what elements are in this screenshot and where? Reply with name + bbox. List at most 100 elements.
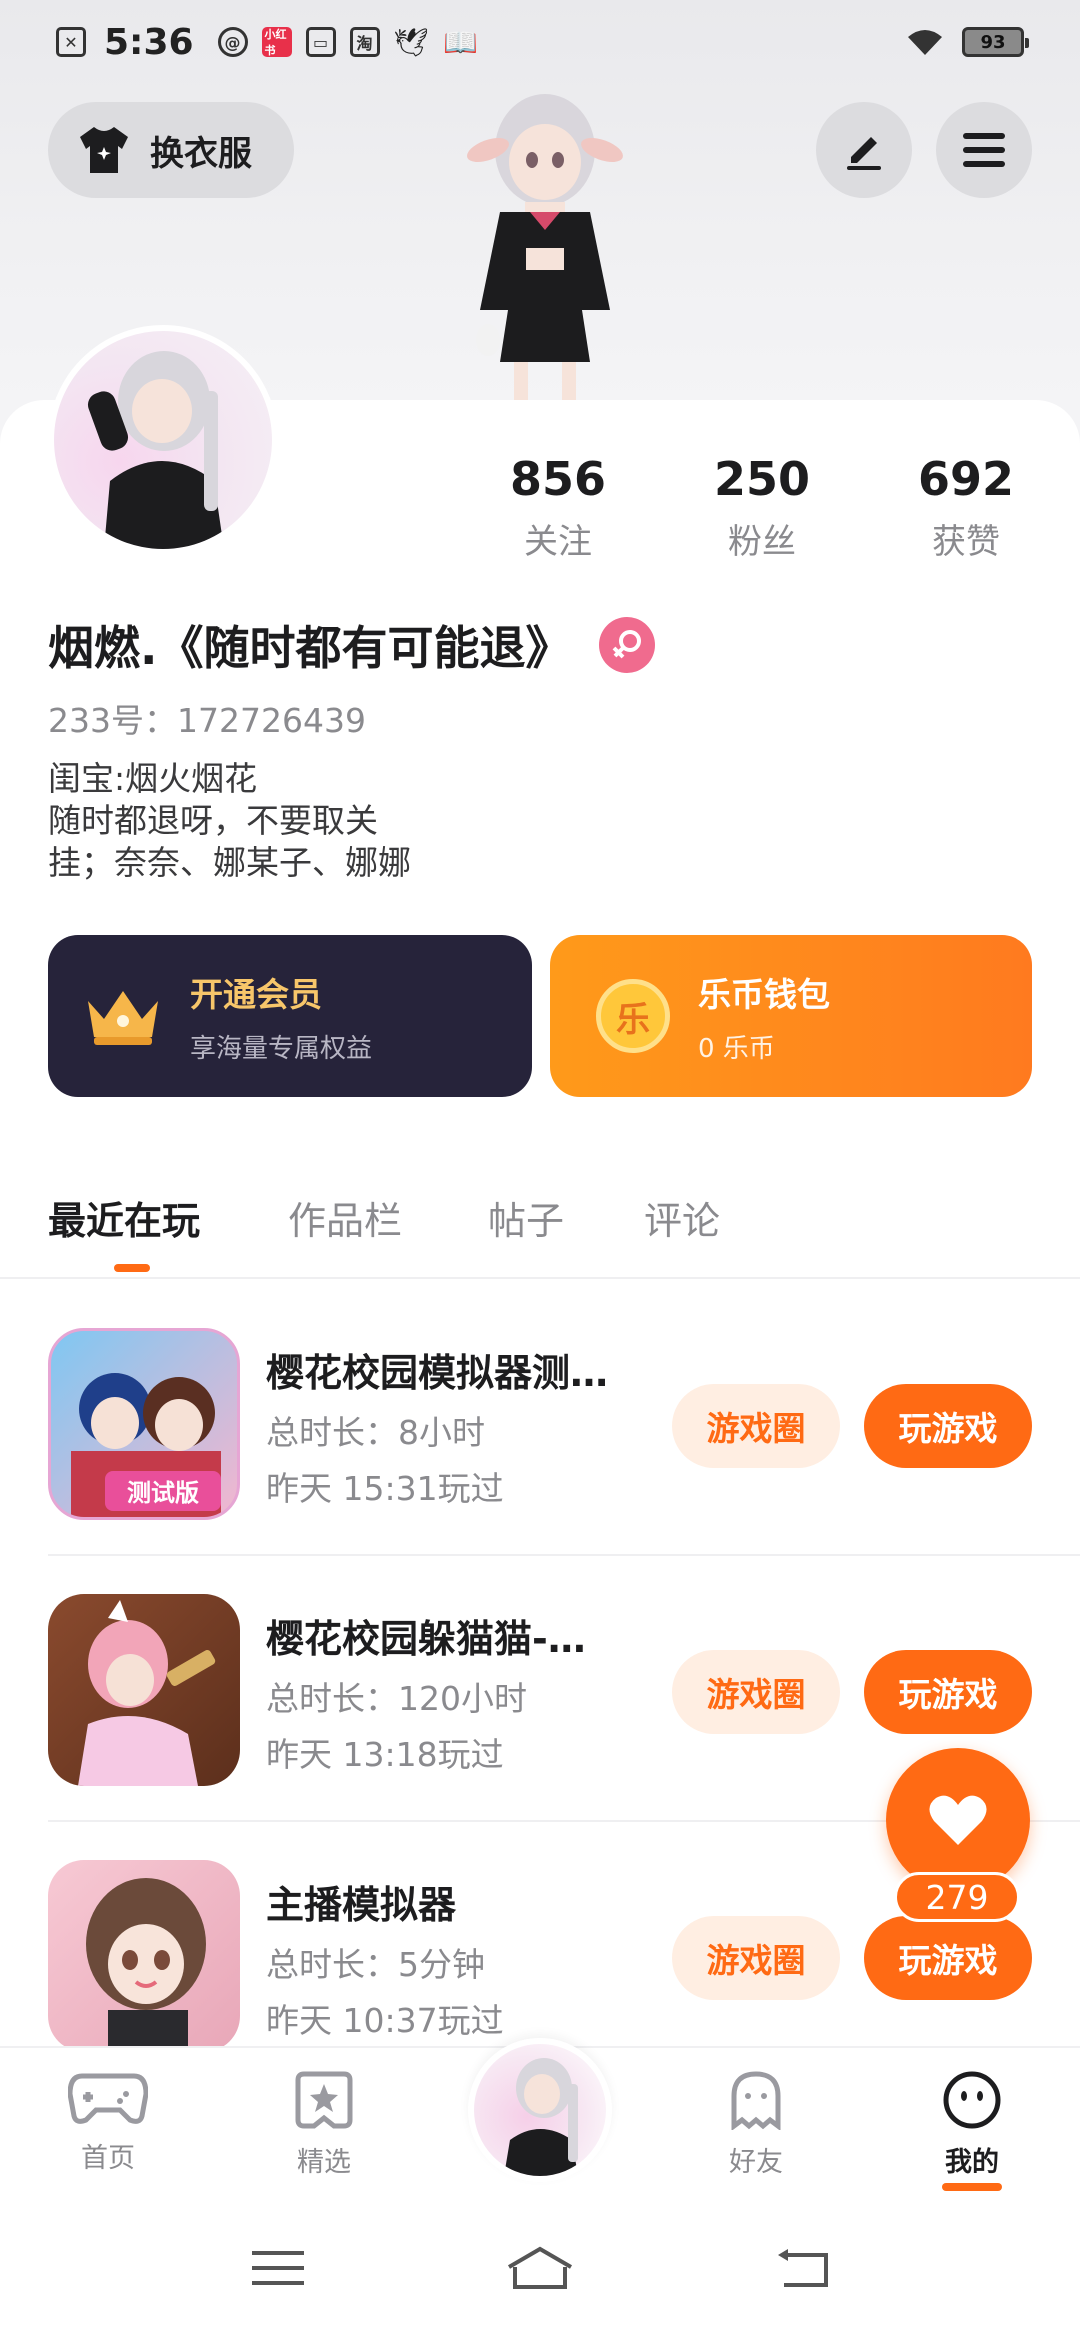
avatar <box>504 2058 578 2176</box>
game-icon <box>48 1860 240 2052</box>
nickname-row: 烟燃.《随时都有可能退》 <box>48 612 656 678</box>
tab-works[interactable]: 作品栏 <box>288 1190 402 1245</box>
stat-following[interactable]: 856 关注 <box>478 452 638 563</box>
game-last-played: 昨天 13:18玩过 <box>266 1735 504 1774</box>
star-bookmark-icon <box>295 2071 353 2129</box>
like-count: 279 <box>894 1872 1020 1922</box>
avatar-image <box>87 351 224 549</box>
coin-icon: 乐 <box>596 979 670 1053</box>
nav-featured[interactable]: 精选 <box>264 2070 384 2179</box>
back-icon[interactable] <box>774 2247 830 2289</box>
avatar-3d-figure[interactable] <box>430 80 660 410</box>
wallet-title: 乐币钱包 <box>698 974 830 1014</box>
game-title: 主播模拟器 <box>266 1883 457 1927</box>
tshirt-icon <box>80 127 128 173</box>
game-title: 樱花校园模拟器测… <box>266 1351 609 1395</box>
wallet-card[interactable]: 乐 乐币钱包 0 乐币 <box>550 935 1032 1097</box>
game-row[interactable]: 主播模拟器 总时长：5分钟 昨天 10:37玩过 游戏圈 玩游戏 <box>48 1860 1032 2052</box>
nav-me[interactable]: 我的 <box>912 2070 1032 2191</box>
taobao-icon: 淘 <box>349 27 380 57</box>
following-label: 关注 <box>524 522 592 562</box>
following-count: 856 <box>509 452 607 506</box>
list-divider <box>48 1554 1080 1556</box>
nav-label: 我的 <box>945 2147 999 2178</box>
status-bar: ✕ 5:36 @ 小红书 ▭ 淘 🕊 📖 93 <box>0 0 1080 84</box>
xiaohongshu-icon: 小红书 <box>261 27 292 57</box>
wardrobe-label: 换衣服 <box>150 133 252 174</box>
tabs-divider <box>0 1277 1080 1279</box>
followers-count: 250 <box>713 452 811 506</box>
likes-label: 获赞 <box>932 522 1000 562</box>
bird-icon: 🕊 <box>393 25 430 59</box>
battery-indicator: 93 <box>962 27 1029 57</box>
profile-avatar[interactable] <box>48 325 278 555</box>
nav-label: 好友 <box>729 2147 783 2178</box>
card-icon: ▭ <box>305 27 336 57</box>
pencil-icon <box>847 137 881 170</box>
like-button[interactable] <box>886 1748 1030 1892</box>
game-circle-button[interactable]: 游戏圈 <box>672 1916 840 2000</box>
vip-title: 开通会员 <box>190 974 322 1014</box>
tab-indicator <box>114 1264 150 1272</box>
stat-likes[interactable]: 692 获赞 <box>886 452 1046 563</box>
ghost-icon <box>731 2071 781 2131</box>
profile-tabs: 最近在玩 作品栏 帖子 评论 <box>48 1180 1048 1280</box>
heart-icon <box>929 1795 987 1845</box>
game-title: 樱花校园躲猫猫-… <box>266 1617 586 1661</box>
test-version-badge: 测试版 <box>127 1479 199 1507</box>
nav-avatar-button[interactable] <box>468 2038 612 2182</box>
chat-icon: @ <box>217 27 248 57</box>
hamburger-icon <box>963 133 1005 167</box>
play-game-button[interactable]: 玩游戏 <box>864 1916 1032 2000</box>
game-icon <box>48 1594 240 1786</box>
edit-profile-button[interactable] <box>816 102 912 198</box>
nav-home[interactable]: 首页 <box>48 2070 168 2175</box>
bio: 闺宝:烟火烟花 随时都退呀，不要取关 挂；奈奈、娜某子、娜娜 <box>48 758 411 884</box>
wifi-icon <box>908 30 942 55</box>
menu-button[interactable] <box>936 102 1032 198</box>
wallet-balance: 0 乐币 <box>698 1033 775 1064</box>
coin-text: 乐 <box>616 999 650 1040</box>
system-nav-bar <box>0 2196 1080 2340</box>
nav-label: 首页 <box>81 2143 135 2174</box>
play-game-button[interactable]: 玩游戏 <box>864 1650 1032 1734</box>
bio-line: 挂；奈奈、娜某子、娜娜 <box>48 843 411 882</box>
recents-icon[interactable] <box>250 2247 306 2289</box>
user-id[interactable]: 233号：172726439 <box>48 694 366 742</box>
play-game-button[interactable]: 玩游戏 <box>864 1384 1032 1468</box>
status-time: 5:36 <box>104 21 194 63</box>
game-circle-button[interactable]: 游戏圈 <box>672 1650 840 1734</box>
tab-posts[interactable]: 帖子 <box>488 1190 564 1245</box>
game-duration: 总时长：120小时 <box>266 1679 527 1718</box>
tab-comments[interactable]: 评论 <box>644 1190 720 1245</box>
bio-line: 闺宝:烟火烟花 <box>48 759 258 798</box>
game-duration: 总时长：5分钟 <box>266 1945 485 1984</box>
game-last-played: 昨天 15:31玩过 <box>266 1469 504 1508</box>
smiley-icon <box>943 2071 1001 2129</box>
home-icon[interactable] <box>505 2245 575 2291</box>
likes-count: 692 <box>917 452 1015 506</box>
game-circle-button[interactable]: 游戏圈 <box>672 1384 840 1468</box>
vip-card[interactable]: 开通会员 享海量专属权益 <box>48 935 532 1097</box>
bio-line: 随时都退呀，不要取关 <box>48 801 378 840</box>
gamepad-icon <box>67 2073 149 2124</box>
nav-label: 精选 <box>297 2147 351 2178</box>
wardrobe-button[interactable]: 换衣服 <box>48 102 294 198</box>
followers-label: 粉丝 <box>728 522 796 562</box>
book-icon: 📖 <box>443 25 478 59</box>
battery-level: 93 <box>980 31 1006 53</box>
game-icon: 测试版 <box>48 1328 240 1520</box>
nav-friends[interactable]: 好友 <box>696 2070 816 2179</box>
game-last-played: 昨天 10:37玩过 <box>266 2001 504 2040</box>
game-duration: 总时长：8小时 <box>266 1413 485 1452</box>
bottom-nav: 首页 精选 好友 我的 <box>0 2038 1080 2196</box>
tab-recent[interactable]: 最近在玩 <box>48 1190 200 1245</box>
nickname: 烟燃.《随时都有可能退》 <box>48 621 572 675</box>
crown-icon <box>88 991 158 1045</box>
stat-followers[interactable]: 250 粉丝 <box>682 452 842 563</box>
female-icon <box>599 617 656 673</box>
vip-subtitle: 享海量专属权益 <box>190 1033 373 1064</box>
sim-x-icon: ✕ <box>56 27 86 57</box>
game-row[interactable]: 测试版 樱花校园模拟器测… 总时长：8小时 昨天 15:31玩过 游戏圈 玩游戏 <box>48 1328 1032 1520</box>
game-row[interactable]: 樱花校园躲猫猫-… 总时长：120小时 昨天 13:18玩过 游戏圈 玩游戏 <box>48 1594 1032 1786</box>
